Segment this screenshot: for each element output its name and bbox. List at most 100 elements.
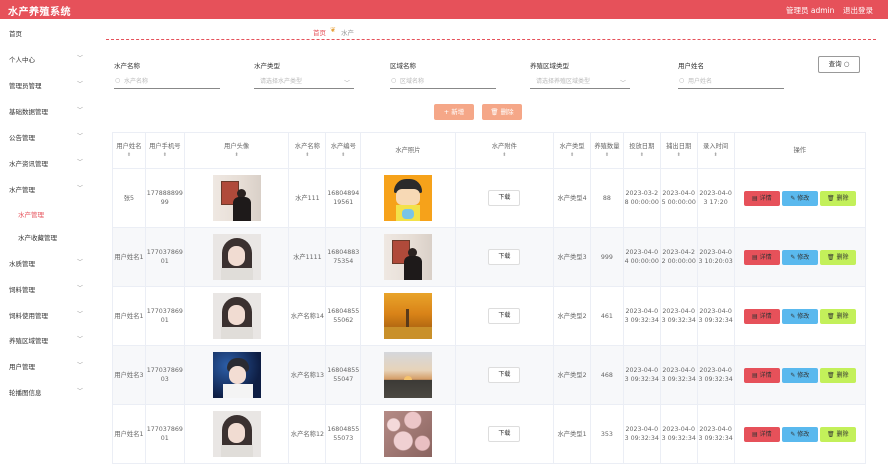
download-button[interactable]: 下载 — [488, 308, 521, 324]
sidebar-item[interactable]: 水产管理 — [0, 207, 98, 221]
edit-button[interactable]: ✎ 修改 — [781, 249, 818, 265]
sidebar-item[interactable]: 养殖区域管理 ﹀ — [0, 333, 98, 347]
filter-name-label: 水产名称 — [114, 62, 140, 70]
column-header[interactable]: 水产附件 ⬍ — [454, 132, 555, 169]
sidebar-item[interactable]: 公告管理 ﹀ — [0, 130, 98, 144]
detail-button[interactable]: ▤ 详情 — [743, 190, 780, 206]
edit-button[interactable]: ✎ 修改 — [781, 367, 818, 383]
sidebar-item[interactable]: 个人中心 ﹀ — [0, 52, 98, 66]
filter-type-label: 水产类型 — [254, 62, 280, 70]
cell-attachment: 下载 — [454, 345, 555, 405]
detail-button[interactable]: ▤ 详情 — [743, 249, 780, 265]
sidebar-item[interactable]: 水产收藏管理 — [0, 230, 98, 244]
sidebar-item[interactable]: 首页 — [0, 26, 98, 40]
add-button[interactable]: + 新增 — [434, 104, 474, 120]
sort-icon[interactable]: ⬍ — [327, 151, 360, 160]
sort-icon[interactable]: ⬍ — [113, 151, 144, 160]
cell-record-time: 2023-04-03 09:32:34 — [696, 286, 735, 346]
delete-button[interactable]: 🗑 删除 — [819, 190, 856, 206]
cell-aqua-no: 1680485555062 — [325, 286, 362, 346]
column-header[interactable]: 录入时间 ⬍ — [696, 132, 735, 169]
sidebar-item[interactable]: 用户管理 ﹀ — [0, 359, 98, 373]
delete-button-label: 删除 — [836, 194, 849, 202]
document-icon: ▤ — [752, 312, 760, 320]
detail-button[interactable]: ▤ 详情 — [743, 308, 780, 324]
sidebar-item[interactable]: 水质管理 ﹀ — [0, 256, 98, 270]
edit-button[interactable]: ✎ 修改 — [781, 308, 818, 324]
column-header[interactable]: 水产类型 ⬍ — [553, 132, 591, 169]
cell-avatar — [183, 168, 290, 228]
column-header[interactable]: 投放日期 ⬍ — [622, 132, 661, 169]
column-header[interactable]: 捕出日期 ⬍ — [659, 132, 698, 169]
chevron-down-icon: ﹀ — [77, 107, 84, 114]
filter-name-input[interactable]: 水产名称 — [114, 75, 220, 89]
cell-aqua-name: 水产名称13 — [288, 345, 327, 405]
logout-link[interactable]: 退出登录 — [843, 5, 873, 16]
detail-button[interactable]: ▤ 详情 — [743, 367, 780, 383]
cell-aqua-type: 水产类型3 — [553, 227, 591, 287]
delete-button[interactable]: 🗑 删除 — [819, 367, 856, 383]
download-button[interactable]: 下载 — [488, 426, 521, 442]
cell-release-date: 2023-04-04 00:00:00 — [622, 227, 661, 287]
image-shape — [220, 327, 253, 339]
column-header[interactable]: 用户头像 ⬍ — [183, 132, 290, 169]
batch-delete-button[interactable]: 🗑 删除 — [482, 104, 522, 120]
cell-photo — [360, 286, 456, 346]
sidebar-item[interactable]: 饲料使用管理 ﹀ — [0, 308, 98, 322]
column-header[interactable]: 水产名称 ⬍ — [288, 132, 327, 169]
sidebar-item-label: 用户管理 — [9, 363, 35, 371]
download-button[interactable]: 下载 — [488, 249, 521, 265]
sidebar-item[interactable]: 水产管理 ﹀ — [0, 182, 98, 196]
breadcrumb-home[interactable]: 首页 — [313, 27, 326, 37]
filter-type-select[interactable]: 请选择水产类型 — [254, 75, 354, 89]
chevron-down-icon: ﹀ — [77, 388, 84, 395]
sidebar-item[interactable]: 管理员管理 ﹀ — [0, 78, 98, 92]
leaf-icon: ❦ — [330, 26, 336, 34]
detail-button[interactable]: ▤ 详情 — [743, 426, 780, 442]
current-user: 管理员 admin — [786, 6, 835, 15]
delete-button[interactable]: 🗑 删除 — [819, 426, 856, 442]
edit-button[interactable]: ✎ 修改 — [781, 190, 818, 206]
filter-user-name-input[interactable]: 用户姓名 — [678, 75, 784, 89]
edit-button[interactable]: ✎ 修改 — [781, 426, 818, 442]
column-header[interactable]: 用户姓名 ⬍ — [112, 132, 146, 169]
cell-user-name: 张5 — [112, 168, 146, 228]
sort-icon[interactable]: ⬍ — [698, 151, 733, 160]
column-header[interactable]: 水产编号 ⬍ — [325, 132, 362, 169]
sort-icon[interactable]: ⬍ — [591, 151, 622, 160]
detail-button-label: 详情 — [759, 312, 772, 320]
search-icon: ○ — [115, 77, 121, 84]
column-header[interactable]: 养殖数量 ⬍ — [590, 132, 624, 169]
sidebar-item-label: 公告管理 — [9, 134, 35, 142]
filter-area-name-input[interactable]: 区域名称 — [390, 75, 496, 89]
filter-area-type-select[interactable]: 请选择养殖区域类型 — [530, 75, 630, 89]
sort-icon[interactable]: ⬍ — [146, 151, 183, 160]
download-button[interactable]: 下载 — [488, 190, 521, 206]
cell-photo — [360, 227, 456, 287]
sort-icon[interactable]: ⬍ — [185, 151, 288, 160]
column-header[interactable]: 用户手机号 ⬍ — [144, 132, 185, 169]
cell-count: 999 — [590, 227, 624, 287]
sort-icon[interactable]: ⬍ — [456, 151, 552, 160]
image-shape — [220, 268, 253, 280]
document-icon: ▤ — [752, 430, 760, 438]
delete-button-label: 删除 — [836, 312, 849, 320]
sort-icon[interactable]: ⬍ — [555, 151, 590, 160]
sidebar-item[interactable]: 饲料管理 ﹀ — [0, 282, 98, 296]
delete-button[interactable]: 🗑 删除 — [819, 249, 856, 265]
filter-area-name-label: 区域名称 — [390, 62, 416, 70]
sort-icon[interactable]: ⬍ — [624, 151, 659, 160]
chevron-down-icon: ﹀ — [77, 285, 84, 292]
download-button[interactable]: 下载 — [488, 367, 521, 383]
delete-button[interactable]: 🗑 删除 — [819, 308, 856, 324]
breadcrumb-current: 水产 — [341, 29, 354, 37]
sidebar-item[interactable]: 基础数据管理 ﹀ — [0, 104, 98, 118]
sidebar-item[interactable]: 水产资讯管理 ﹀ — [0, 156, 98, 170]
sort-icon[interactable]: ⬍ — [290, 151, 325, 160]
query-button[interactable]: 查询 ○ — [818, 56, 860, 73]
cell-user-name: 用户姓名1 — [112, 227, 146, 287]
sidebar-item[interactable]: 轮播图信息 ﹀ — [0, 385, 98, 399]
cell-attachment: 下载 — [454, 227, 555, 287]
sort-icon[interactable]: ⬍ — [661, 151, 696, 160]
cell-actions: ▤ 详情 ✎ 修改 🗑 删除 — [733, 286, 867, 346]
